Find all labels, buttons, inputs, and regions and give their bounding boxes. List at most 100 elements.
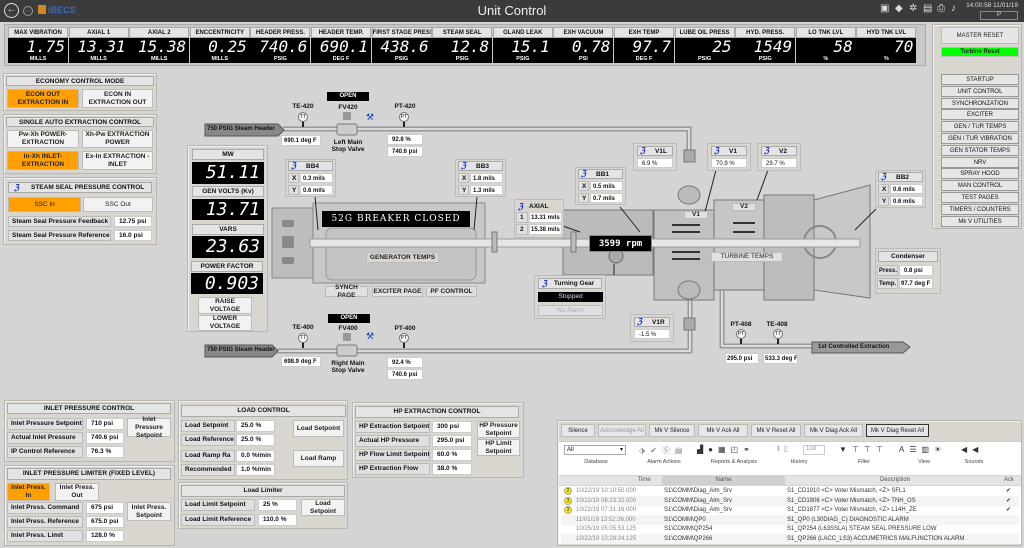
trend-icon[interactable]: ℨ xyxy=(637,317,642,326)
pf-control-button[interactable]: PF CONTROL xyxy=(426,286,477,297)
bb3-x-value: 1.8 mils xyxy=(470,173,503,183)
recommended-label: Recommended xyxy=(181,464,235,476)
alarm-row[interactable]: 10/22/19 10:29:24.125 S1\COMM\QP266 S1_QP2… xyxy=(561,534,1019,544)
trend-icon[interactable]: ℨ xyxy=(640,146,645,155)
alarm-row[interactable]: 3 10/22/19 07:31:16.000 S1\COMM\Diag_Alm_S… xyxy=(561,505,1019,515)
nav-man-control[interactable]: MAN CONTROL xyxy=(941,180,1019,192)
history-pause-icon[interactable]: ‖▯ xyxy=(777,445,792,453)
trend-icon[interactable]: ℨ xyxy=(518,202,523,211)
y-label: Y xyxy=(878,196,889,206)
te408-value: 533.3 deg F xyxy=(763,353,798,364)
temperature-transmitter-icon: TT xyxy=(773,329,783,339)
x-label: X xyxy=(288,173,299,183)
nav-synchronzation[interactable]: SYNCHRONZATION xyxy=(941,97,1019,109)
nav-exciter[interactable]: EXCITER xyxy=(941,109,1019,121)
nav-gen-stator-temps[interactable]: GEN STATOR TEMPS xyxy=(941,144,1019,156)
te420-value: 690.1 deg F xyxy=(281,135,321,146)
trend-icon[interactable]: ℨ xyxy=(461,161,466,170)
load-limit-reference-value: 110.0 % xyxy=(258,514,297,526)
mk-v-silence-button[interactable]: Mk V Silence xyxy=(649,424,695,437)
database-select[interactable]: All ▾ xyxy=(564,445,626,455)
ip-control-ref-label: IP Control Reference xyxy=(7,446,83,458)
inlet-press-out-button[interactable]: Inlet Press. Out xyxy=(55,483,99,501)
nav-spray-hood[interactable]: SPRAY HOOD xyxy=(941,168,1019,180)
pt400-percent: 92.4 % xyxy=(387,357,423,368)
col-description[interactable]: Description xyxy=(785,477,1005,483)
exciter-page-button[interactable]: EXCITER PAGE xyxy=(372,286,423,297)
view-icons[interactable]: A☰▥☀ xyxy=(899,445,946,454)
pt420-psi: 740.6 psi xyxy=(387,146,423,157)
hp-limit-setpoint-button[interactable]: HP Limit Setpoint xyxy=(477,439,520,456)
load-setpoint-button[interactable]: Load Setpoint xyxy=(293,420,344,437)
hp-actual-value: 295.0 psi xyxy=(432,435,472,447)
maintenance-icon[interactable]: ⚒ xyxy=(366,331,376,341)
bottom-header-label: 750 PSIG Steam Header xyxy=(207,347,275,353)
sound-icons[interactable]: ◀◀ xyxy=(961,445,983,454)
load-limit-setpoint-button[interactable]: Load Setpoint xyxy=(301,499,345,516)
nav-unit-control[interactable]: UNIT CONTROL xyxy=(941,85,1019,97)
filter-icons[interactable]: ▼⊤⊤⊤ xyxy=(839,445,888,454)
alarm-row[interactable]: 2 10/22/19 10:10:50.000 S1\COMM\Diag_Alm_S… xyxy=(561,486,1019,496)
hp-pressure-setpoint-button[interactable]: HP Pressure Setpoint xyxy=(477,421,520,438)
raise-voltage-button[interactable]: RAISE VOLTAGE xyxy=(198,297,252,314)
col-ack[interactable]: Ack xyxy=(999,477,1019,483)
alarm-row[interactable]: 10/25/19 05:05:53.125 S1\COMM\QP254 S1_QP2… xyxy=(561,524,1019,534)
alarm-row[interactable]: 3 10/22/19 08:23:32.000 S1\COMM\Diag_Alm_S… xyxy=(561,495,1019,506)
toolbar-group-label: Reports & Analysis xyxy=(710,459,758,465)
alarm-time: 10/22/19 10:10:50.000 xyxy=(576,488,637,494)
load-setpoint-label: Load Setpoint xyxy=(181,420,235,432)
trend-icon[interactable]: ℨ xyxy=(581,169,586,178)
mk-v-diag-ack-all-button[interactable]: Mk V Diag Ack All xyxy=(804,424,863,437)
load-ramp-button[interactable]: Load Ramp xyxy=(293,450,344,467)
acknowledge-all-button[interactable]: Acknowledge All xyxy=(598,424,646,437)
nav-gen-tur-vibration[interactable]: GEN / TUR VIBRATION xyxy=(941,133,1019,144)
report-icons[interactable]: ▟●▦◰⚭ xyxy=(697,445,755,454)
breaker-status-display: 52G BREAKER CLOSED xyxy=(322,211,470,227)
nav-mk-v-utilities[interactable]: Mk V UTILITIES xyxy=(941,215,1019,227)
history-range-select[interactable]: 10d xyxy=(803,445,825,455)
lower-voltage-button[interactable]: LOWER VOLTAGE xyxy=(198,315,252,331)
trend-icon[interactable]: ℨ xyxy=(714,146,719,155)
inlet-press-setpoint-button[interactable]: Inlet Press. Setpoint xyxy=(127,502,171,521)
temperature-transmitter-icon: TT xyxy=(298,112,308,122)
fv400-tag: FV400 xyxy=(338,325,358,332)
trend-icon[interactable]: ℨ xyxy=(291,161,296,170)
y-label: Y xyxy=(578,193,589,203)
col-name[interactable]: Name xyxy=(662,476,785,485)
mk-v-diag-reset-all-button[interactable]: Mk V Diag Reset All xyxy=(866,424,929,437)
turbine-temps-button[interactable]: TURBINE TEMPS xyxy=(711,252,783,262)
te400-value: 698.9 deg F xyxy=(281,356,321,367)
synch-page-button[interactable]: SYNCH PAGE xyxy=(325,284,368,299)
generator-temps-button[interactable]: GENERATOR TEMPS xyxy=(366,252,439,263)
turning-gear-title: Turning Gear xyxy=(538,278,602,289)
hp-flow-limit-label: HP Flow Limit Setpoint xyxy=(355,449,430,461)
limiter-title: INLET PRESSURE LIMITER (FIXED LEVEL) xyxy=(7,468,171,480)
mk-v-reset-all-button[interactable]: Mk V Reset All xyxy=(751,424,801,437)
trend-icon[interactable]: ℨ xyxy=(764,146,769,155)
alarm-description: S1_CD1906 <C> Voter Mismatch, <Z> TNH_OS xyxy=(787,497,916,504)
inlet-pressure-setpoint-button[interactable]: Inlet Pressure Setpoint xyxy=(127,416,171,439)
alarm-name: S1\COMM\QP0 xyxy=(664,516,706,523)
nav-nrv[interactable]: NRV xyxy=(941,156,1019,168)
nav-test-pages[interactable]: TEST PAGES xyxy=(941,192,1019,203)
nav-startup[interactable]: STARTUP xyxy=(941,74,1019,85)
nav-timers-counters[interactable]: TIMERS / COUNTERS xyxy=(941,203,1019,215)
v1r-value: -1.5 % xyxy=(634,329,670,339)
alarm-row[interactable]: 11/01/19 13:52:36.000 S1\COMM\QP0 S1_QP0 (… xyxy=(561,514,1019,525)
toolbar-group-label: Filter xyxy=(857,459,871,465)
load-reference-label: Load Reference xyxy=(181,434,235,446)
mk-v-ack-all-button[interactable]: Mk V Ack All xyxy=(698,424,748,437)
hp-title: HP EXTRACTION CONTROL xyxy=(355,406,519,418)
trend-icon[interactable]: ℨ xyxy=(881,172,886,181)
nav-gen-tur-temps[interactable]: GEN / TUR TEMPS xyxy=(941,121,1019,133)
inlet-title: INLET PRESSURE CONTROL xyxy=(7,403,171,414)
silence-button[interactable]: Silence xyxy=(561,424,595,437)
shaft xyxy=(309,238,861,248)
turbine-diagram xyxy=(204,112,911,358)
v2-value: 29.7 % xyxy=(761,158,797,168)
maintenance-icon[interactable]: ⚒ xyxy=(366,112,376,122)
trend-icon[interactable]: ℨ xyxy=(542,279,547,288)
alarm-action-icons[interactable]: ⬗✔Ⓢ▤ xyxy=(639,445,687,456)
inlet-press-in-button[interactable]: Inlet Press. In xyxy=(7,483,50,501)
priority-badge: 2 xyxy=(564,487,572,495)
